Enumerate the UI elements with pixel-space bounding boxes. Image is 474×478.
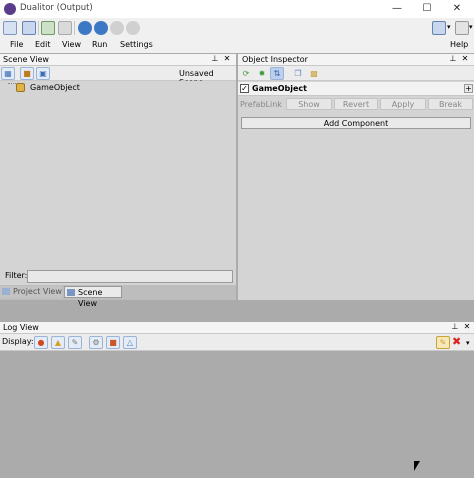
pin-icon[interactable]: ⊥ — [450, 322, 460, 331]
revert-button[interactable]: Revert — [334, 98, 378, 110]
new-file-icon[interactable] — [3, 21, 17, 35]
pause-icon[interactable] — [110, 21, 124, 35]
toolbar-separator — [38, 21, 39, 35]
open-project-icon[interactable] — [22, 21, 36, 35]
scene-view-panel: Scene View ⊥ ✕ ▦ ■ ▣ Unsaved Scene GameO… — [0, 54, 236, 308]
game-object-icon — [16, 83, 25, 92]
filter-label: Filter: — [5, 271, 28, 280]
project-view-icon — [2, 288, 10, 295]
chevron-down-icon[interactable]: ▾ — [447, 23, 451, 31]
sort-icon[interactable]: ⇅ — [270, 67, 284, 80]
close-button[interactable]: ✕ — [442, 0, 472, 18]
scene-properties-icon[interactable]: ■ — [20, 67, 34, 80]
toolbar-separator — [74, 21, 75, 35]
copy-icon[interactable]: ❐ — [291, 67, 305, 80]
menu-file[interactable]: File — [10, 40, 23, 49]
lock-icon[interactable]: ▩ — [307, 67, 321, 80]
prefab-link-label: PrefabLink — [240, 100, 282, 109]
warning-filter-icon[interactable]: ▲ — [51, 336, 65, 349]
tab-label: Project View — [13, 287, 62, 296]
log-toolbar: Display: ● ▲ ✎ ⚙ ■ △ ✎ ✖ ▾ — [0, 334, 474, 351]
expand-icon[interactable]: + — [464, 84, 473, 93]
chevron-down-icon[interactable]: ▾ — [466, 339, 470, 347]
scene-view-icon — [67, 289, 75, 296]
break-button[interactable]: Break — [428, 98, 473, 110]
menu-view[interactable]: View — [62, 40, 81, 49]
menu-bar: File Edit View Run Settings Help — [0, 38, 474, 53]
tab-label: Scene View — [78, 288, 103, 308]
filter-input[interactable] — [27, 270, 233, 283]
message-filter-icon[interactable]: ✎ — [68, 336, 82, 349]
log-view-title: Log View — [3, 323, 39, 332]
object-inspector-panel: Object Inspector ⊥ ✕ ⟳ ✹ ⇅ ❐ ▩ ✓ GameObj… — [238, 54, 474, 300]
close-panel-icon[interactable]: ✕ — [462, 322, 472, 331]
create-object-icon[interactable]: ▦ — [1, 67, 15, 80]
run-game-icon[interactable] — [41, 21, 55, 35]
tree-item-label: GameObject — [30, 83, 80, 92]
menu-settings[interactable]: Settings — [120, 40, 153, 49]
scene-tabs: Project View Scene View — [0, 285, 236, 308]
object-inspector-title: Object Inspector — [242, 55, 308, 64]
filter-bar: Filter: — [0, 269, 236, 284]
step-icon[interactable] — [94, 21, 108, 35]
auto-clear-icon[interactable]: ✎ — [436, 336, 450, 349]
debug-game-icon[interactable] — [58, 21, 72, 35]
display-label: Display: — [2, 337, 34, 346]
close-panel-icon[interactable]: ✕ — [460, 54, 470, 63]
scene-view-title: Scene View — [3, 55, 49, 64]
close-panel-icon[interactable]: ✕ — [222, 54, 232, 63]
app-logo-icon — [4, 3, 16, 15]
log-view-header: Log View ⊥ ✕ — [0, 322, 474, 334]
inspector-toolbar: ⟳ ✹ ⇅ ❐ ▩ — [238, 66, 474, 81]
tree-item[interactable]: GameObject — [0, 81, 236, 93]
scene-tree: GameObject — [0, 81, 236, 269]
minimize-button[interactable]: — — [382, 0, 412, 18]
clear-log-icon[interactable]: ✖ — [452, 335, 461, 348]
menu-edit[interactable]: Edit — [35, 40, 51, 49]
object-header: ✓ GameObject + — [238, 82, 474, 96]
pin-icon[interactable]: ⊥ — [448, 54, 458, 63]
refresh-icon[interactable]: ⟳ — [239, 67, 253, 80]
title-bar: Dualitor (Output) — ☐ ✕ — [0, 0, 474, 18]
add-component-button[interactable]: Add Component — [241, 117, 471, 129]
stop-icon[interactable] — [126, 21, 140, 35]
tab-scene-view[interactable]: Scene View — [64, 286, 122, 308]
tab-project-view[interactable]: Project View — [0, 286, 62, 298]
chevron-down-icon[interactable]: ▾ — [469, 23, 473, 31]
core-filter-icon[interactable]: ⚙ — [89, 336, 103, 349]
object-name: GameObject — [252, 84, 307, 93]
pin-icon[interactable]: ⊥ — [210, 54, 220, 63]
save-scene-icon[interactable]: ▣ — [36, 67, 50, 80]
mouse-cursor-icon — [414, 461, 420, 471]
help-icon[interactable] — [455, 21, 469, 35]
window-title: Dualitor (Output) — [20, 3, 93, 13]
log-content — [0, 351, 474, 478]
editor-filter-icon[interactable]: ■ — [106, 336, 120, 349]
menu-run[interactable]: Run — [92, 40, 107, 49]
scene-toolbar: ▦ ■ ▣ Unsaved Scene — [0, 66, 236, 87]
object-enabled-checkbox[interactable]: ✓ — [240, 84, 249, 93]
menu-help[interactable]: Help — [450, 40, 468, 49]
show-button[interactable]: Show — [286, 98, 332, 110]
object-inspector-header: Object Inspector ⊥ ✕ — [238, 54, 474, 66]
log-view-panel: Log View ⊥ ✕ Display: ● ▲ ✎ ⚙ ■ △ ✎ ✖ ▾ — [0, 322, 474, 478]
prefab-bar: PrefabLink Show Revert Apply Break — [238, 97, 474, 112]
error-filter-icon[interactable]: ● — [34, 336, 48, 349]
scene-view-header: Scene View ⊥ ✕ — [0, 54, 236, 66]
apply-button[interactable]: Apply — [380, 98, 426, 110]
main-toolbar: ▾ ▾ — [0, 18, 474, 38]
maximize-button[interactable]: ☐ — [412, 0, 442, 18]
debug-settings-icon[interactable]: ✹ — [255, 67, 269, 80]
game-filter-icon[interactable]: △ — [123, 336, 137, 349]
play-icon[interactable] — [78, 21, 92, 35]
layout-icon[interactable] — [432, 21, 446, 35]
